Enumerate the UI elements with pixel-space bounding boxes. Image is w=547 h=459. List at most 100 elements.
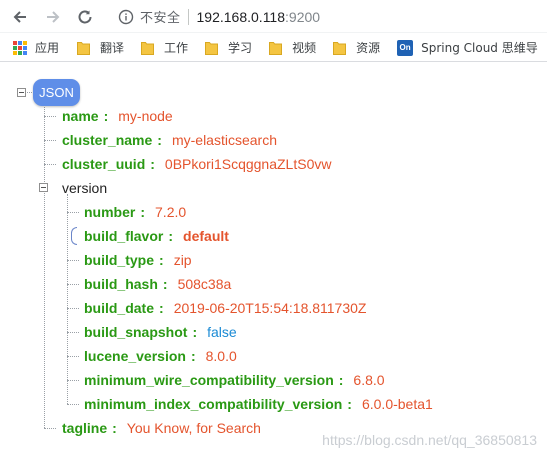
json-key: minimum_wire_compatibility_version [84, 372, 334, 388]
json-row-cluster-uuid: cluster_uuid: 0BPkori1ScqggnaZLtS0vw [62, 154, 331, 174]
json-root-badge[interactable]: JSON [33, 79, 80, 106]
url-host: 192.168.0.118 [196, 8, 286, 25]
url-port: :9200 [285, 8, 321, 25]
json-row-min-wire-compat: minimum_wire_compatibility_version: 6.8.… [84, 370, 385, 390]
json-value: 2019-06-20T15:54:18.811730Z [173, 300, 367, 316]
json-colon: : [112, 420, 117, 436]
bookmark-folder-translate[interactable]: 翻译 [77, 39, 124, 56]
folder-icon [205, 41, 219, 55]
address-bar[interactable]: 不安全 192.168.0.118 :9200 [108, 5, 547, 28]
json-row-build-hash: build_hash: 508c38a [84, 274, 231, 294]
security-label: 不安全 [140, 11, 181, 26]
json-key: minimum_index_compatibility_version [84, 396, 343, 412]
json-row-build-snapshot: build_snapshot: false [84, 322, 237, 342]
json-viewer: JSON name: my-node cluster_name: my-elas… [0, 63, 547, 459]
bookmark-folder-resources[interactable]: 资源 [333, 39, 380, 56]
bookmark-apps[interactable]: 应用 [0, 39, 59, 56]
tree-branch [44, 140, 56, 141]
json-key: build_hash [84, 276, 158, 292]
json-colon: : [150, 156, 155, 172]
folder-icon [141, 41, 155, 55]
watermark-text: https://blog.csdn.net/qq_36850813 [322, 432, 537, 448]
json-value: 7.2.0 [155, 204, 187, 220]
browser-toolbar: 不安全 192.168.0.118 :9200 [0, 0, 547, 33]
tree-branch [67, 212, 79, 213]
json-row-name: name: my-node [62, 106, 173, 126]
row-focus-marker [71, 227, 77, 245]
json-object-key[interactable]: version [62, 180, 107, 196]
forward-arrow-icon [47, 11, 60, 23]
tree-branch [67, 356, 79, 357]
json-value: my-elasticsearch [171, 132, 277, 148]
json-row-min-index-compat: minimum_index_compatibility_version: 6.0… [84, 394, 433, 414]
bookmark-label: 工作 [164, 41, 189, 55]
bookmark-label: Spring Cloud 思维导 [421, 41, 538, 55]
bookmark-folder-video[interactable]: 视频 [269, 39, 316, 56]
json-colon: : [162, 276, 168, 292]
folder-icon [269, 41, 283, 55]
bookmark-label: 资源 [356, 41, 381, 55]
json-key: build_flavor [84, 228, 164, 244]
json-value: 0BPkori1ScqggnaZLtS0vw [164, 156, 332, 172]
json-value: You Know, for Search [126, 420, 261, 436]
json-row-tagline: tagline: You Know, for Search [62, 418, 261, 438]
reload-button[interactable] [74, 6, 96, 28]
json-value: my-node [118, 108, 173, 124]
bookmark-label: 应用 [35, 41, 60, 55]
json-key: build_snapshot [84, 324, 188, 340]
collapse-version-toggle[interactable] [39, 183, 48, 192]
bookmark-folder-work[interactable]: 工作 [141, 39, 188, 56]
bookmark-spring-cloud[interactable]: On Spring Cloud 思维导 [397, 39, 538, 56]
bookmark-label: 翻译 [100, 41, 125, 55]
json-key: build_type [84, 252, 155, 268]
tree-branch [67, 332, 79, 333]
forward-button[interactable] [42, 6, 64, 28]
collapse-root-toggle[interactable] [17, 88, 26, 97]
json-colon: : [338, 372, 344, 388]
json-colon: : [159, 252, 164, 268]
json-value: default [183, 228, 229, 244]
json-value: 508c38a [177, 276, 232, 292]
json-value: 6.8.0 [353, 372, 385, 388]
omnibox-divider [187, 8, 189, 25]
json-value: 6.0.0-beta1 [361, 396, 433, 412]
apps-grid-icon [13, 40, 27, 55]
json-colon: : [103, 108, 109, 124]
on-site-icon: On [397, 39, 414, 56]
json-key: cluster_name [62, 132, 153, 148]
json-key: lucene_version [84, 348, 186, 364]
info-icon[interactable] [118, 9, 134, 25]
json-row-build-flavor: build_flavor: default [84, 226, 229, 246]
json-value: false [207, 324, 237, 340]
json-row-number: number: 7.2.0 [84, 202, 186, 222]
folder-icon [77, 41, 91, 55]
tree-guide-line [67, 194, 68, 404]
json-colon: : [159, 300, 164, 316]
json-colon: : [192, 324, 198, 340]
back-arrow-icon [13, 11, 26, 23]
tree-branch [44, 164, 56, 165]
back-button[interactable] [9, 6, 31, 28]
tree-branch [67, 380, 79, 381]
json-key: tagline [62, 420, 108, 436]
json-colon: : [190, 348, 196, 364]
bookmark-folder-study[interactable]: 学习 [205, 39, 252, 56]
tree-branch [67, 284, 79, 285]
json-value: zip [173, 252, 192, 268]
json-key: build_date [84, 300, 155, 316]
tree-branch [44, 428, 56, 429]
bookmarks-bar: 应用 翻译 工作 学习 视频 资源 On Spring Cloud 思维导 [0, 34, 547, 62]
json-colon: : [157, 132, 162, 148]
json-row-cluster-name: cluster_name: my-elasticsearch [62, 130, 277, 150]
json-colon: : [140, 204, 146, 220]
tree-branch [67, 260, 79, 261]
json-colon: : [168, 228, 174, 244]
tree-guide-line [44, 103, 45, 428]
json-key: number [84, 204, 136, 220]
tree-branch [67, 308, 79, 309]
json-key: name [62, 108, 99, 124]
json-key: cluster_uuid [62, 156, 146, 172]
folder-icon [333, 41, 347, 55]
json-row-build-date: build_date: 2019-06-20T15:54:18.811730Z [84, 298, 366, 318]
json-row-build-type: build_type: zip [84, 250, 192, 270]
